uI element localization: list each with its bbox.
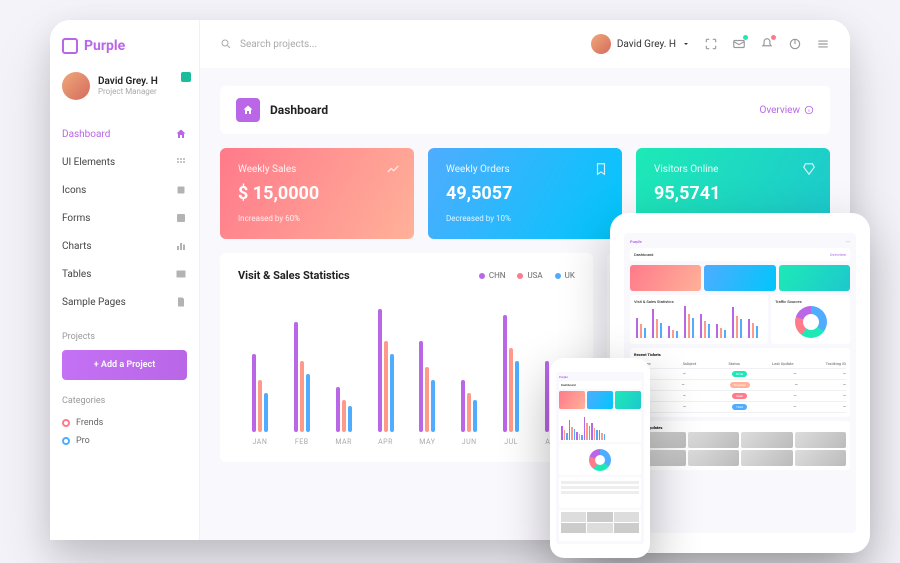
thumb bbox=[795, 450, 847, 466]
mini-updates bbox=[559, 510, 641, 541]
chart-legend: CHN USA UK bbox=[479, 271, 575, 280]
topbar: Search projects... David Grey. H bbox=[200, 20, 850, 68]
legend-usa[interactable]: USA bbox=[517, 271, 542, 280]
notif-dot bbox=[743, 35, 748, 40]
home-icon bbox=[175, 128, 187, 140]
table-icon bbox=[175, 268, 187, 280]
mini-card bbox=[615, 391, 641, 409]
dot-icon bbox=[62, 437, 70, 445]
mini-chart bbox=[634, 304, 764, 340]
page-title: Dashboard bbox=[270, 103, 328, 117]
tablet-screen: Purple⋯ DashboardOverview Visit & Sales … bbox=[624, 233, 856, 533]
add-project-button[interactable]: + Add a Project bbox=[62, 350, 187, 380]
search-input[interactable]: Search projects... bbox=[220, 38, 579, 50]
home-icon-box bbox=[236, 98, 260, 122]
brand-name: Purple bbox=[84, 38, 125, 54]
nav-ui-elements[interactable]: UI Elements bbox=[62, 148, 187, 176]
nav-charts[interactable]: Charts bbox=[62, 232, 187, 260]
menu-icon[interactable] bbox=[816, 37, 830, 51]
top-user-menu[interactable]: David Grey. H bbox=[591, 34, 690, 54]
avatar bbox=[591, 34, 611, 54]
user-name: David Grey. H bbox=[98, 76, 158, 87]
nav-forms[interactable]: Forms bbox=[62, 204, 187, 232]
mini-chart bbox=[559, 411, 641, 442]
thumb bbox=[795, 432, 847, 448]
search-placeholder: Search projects... bbox=[240, 39, 317, 50]
mini-header: Purple⋯ bbox=[630, 239, 850, 244]
page-header: Dashboard Overview bbox=[220, 86, 830, 134]
bookmark-icon bbox=[594, 162, 608, 176]
phone-screen: Purple Dashboard bbox=[556, 372, 644, 544]
card-weekly-sales[interactable]: Weekly Sales $ 15,0000 Increased by 60% bbox=[220, 148, 414, 239]
power-icon[interactable] bbox=[788, 37, 802, 51]
thumb bbox=[741, 450, 793, 466]
phone-device: Purple Dashboard bbox=[550, 358, 650, 558]
categories-label: Categories bbox=[62, 396, 187, 406]
bell-icon[interactable] bbox=[760, 37, 774, 51]
thumb bbox=[688, 450, 740, 466]
dot-icon bbox=[479, 273, 485, 279]
mini-card bbox=[704, 265, 775, 291]
card-weekly-orders[interactable]: Weekly Orders 49,5057 Decreased by 10% bbox=[428, 148, 622, 239]
category-pro[interactable]: Pro bbox=[62, 432, 187, 450]
info-icon bbox=[804, 105, 814, 115]
search-icon bbox=[220, 38, 232, 50]
mail-icon[interactable] bbox=[732, 37, 746, 51]
mini-card bbox=[587, 391, 613, 409]
notif-dot bbox=[771, 35, 776, 40]
brand-logo[interactable]: Purple bbox=[62, 38, 187, 54]
legend-uk[interactable]: UK bbox=[555, 271, 575, 280]
nav-dashboard[interactable]: Dashboard bbox=[62, 120, 187, 148]
sidebar: Purple David Grey. H Project Manager Das… bbox=[50, 20, 200, 540]
nav-tables[interactable]: Tables bbox=[62, 260, 187, 288]
chart-icon bbox=[175, 240, 187, 252]
overview-link[interactable]: Overview bbox=[759, 105, 814, 116]
thumb bbox=[741, 432, 793, 448]
thumb bbox=[688, 432, 740, 448]
nav-icons[interactable]: Icons bbox=[62, 176, 187, 204]
user-role: Project Manager bbox=[98, 87, 158, 96]
donut-chart bbox=[795, 306, 827, 338]
mini-updates: Recent Updates bbox=[630, 421, 850, 470]
dot-icon bbox=[555, 273, 561, 279]
mini-table: Recent Tickets AssigneeSubjectStatusLast… bbox=[630, 348, 850, 417]
avatar bbox=[62, 72, 90, 100]
diamond-icon bbox=[802, 162, 816, 176]
mini-card bbox=[559, 391, 585, 409]
bar-chart: JANFEBMARAPRMAYJUNJULAUG bbox=[238, 296, 575, 446]
nav-list: Dashboard UI Elements Icons Forms Charts… bbox=[62, 120, 187, 316]
nav-sample-pages[interactable]: Sample Pages bbox=[62, 288, 187, 316]
dot-icon bbox=[517, 273, 523, 279]
chart-line-icon bbox=[386, 162, 400, 176]
dot-icon bbox=[62, 419, 70, 427]
donut-chart bbox=[589, 449, 611, 471]
sidebar-user[interactable]: David Grey. H Project Manager bbox=[62, 72, 187, 100]
tag-icon bbox=[175, 184, 187, 196]
logo-icon bbox=[62, 38, 78, 54]
bookmark-icon bbox=[181, 72, 191, 82]
mini-card bbox=[630, 265, 701, 291]
visit-sales-panel: Visit & Sales Statistics CHN USA UK JANF… bbox=[220, 253, 593, 462]
mini-table bbox=[559, 477, 641, 508]
grid-icon bbox=[175, 156, 187, 168]
chevron-down-icon bbox=[682, 40, 690, 48]
mini-card bbox=[779, 265, 850, 291]
legend-chn[interactable]: CHN bbox=[479, 271, 506, 280]
form-icon bbox=[175, 212, 187, 224]
projects-label: Projects bbox=[62, 332, 187, 342]
top-actions: David Grey. H bbox=[591, 34, 830, 54]
category-frends[interactable]: Frends bbox=[62, 414, 187, 432]
pages-icon bbox=[175, 296, 187, 308]
panel-title: Visit & Sales Statistics bbox=[238, 269, 350, 282]
home-icon bbox=[242, 104, 254, 116]
fullscreen-icon[interactable] bbox=[704, 37, 718, 51]
